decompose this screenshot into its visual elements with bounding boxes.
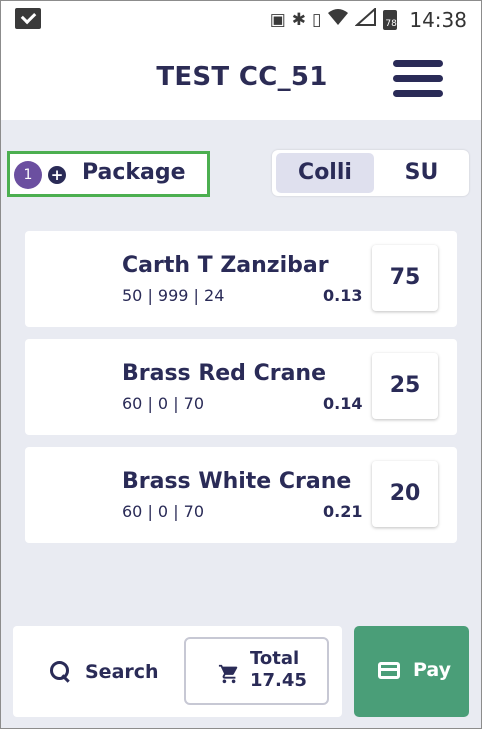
item-quantity[interactable]: 75 (372, 245, 438, 311)
search-icon (49, 660, 73, 684)
toggle-su[interactable]: SU (374, 150, 469, 196)
item-meta: 50 | 999 | 24 (122, 286, 225, 305)
item-name: Brass Red Crane (122, 361, 327, 386)
item-name: Carth T Zanzibar (122, 253, 329, 278)
app-header: TEST CC_51 (1, 40, 481, 120)
battery-icon: 78 (383, 10, 398, 30)
wifi-icon (327, 8, 349, 33)
total-text: Total 17.45 (250, 648, 307, 692)
search-button[interactable]: Search (49, 658, 159, 686)
item-quantity[interactable]: 25 (372, 353, 438, 419)
signal-icon (354, 6, 377, 33)
package-count-badge: 1 (14, 161, 42, 189)
status-icons: ▣ ✱ ▯ 78 14:38 (269, 6, 467, 33)
toggle-colli[interactable]: Colli (276, 153, 374, 193)
vibrate-icon: ▯ (312, 10, 322, 30)
item-price: 0.14 (323, 394, 363, 413)
list-item[interactable]: Brass White Crane 60 | 0 | 70 0.21 20 (25, 447, 457, 543)
total-value: 17.45 (250, 670, 307, 691)
cart-icon (218, 664, 238, 684)
total-label: Total (250, 648, 300, 669)
item-quantity[interactable]: 20 (372, 461, 438, 527)
hamburger-menu-icon[interactable] (393, 58, 445, 102)
package-label: Package (82, 160, 186, 185)
pay-label: Pay (413, 659, 452, 681)
item-name: Brass White Crane (122, 469, 352, 494)
status-bar: ▣ ✱ ▯ 78 14:38 (1, 0, 481, 40)
pay-button[interactable]: Pay (354, 626, 469, 717)
check-notification-icon (15, 8, 41, 29)
list-item[interactable]: Brass Red Crane 60 | 0 | 70 0.14 25 (25, 339, 457, 435)
credit-card-icon (378, 662, 400, 679)
footer-panel: Search Total 17.45 (13, 626, 342, 717)
item-price: 0.13 (323, 286, 363, 305)
unit-toggle: Colli SU (272, 150, 469, 196)
status-time: 14:38 (409, 8, 467, 32)
total-button[interactable]: Total 17.45 (184, 637, 329, 705)
item-price: 0.21 (323, 502, 363, 521)
item-meta: 60 | 0 | 70 (122, 394, 205, 413)
bluetooth-icon: ✱ (291, 10, 306, 30)
plus-circle-icon: + (48, 166, 66, 184)
list-item[interactable]: Carth T Zanzibar 50 | 999 | 24 0.13 75 (25, 231, 457, 327)
package-button[interactable]: 1 + Package (7, 151, 210, 197)
cast-icon: ▣ (269, 10, 286, 30)
item-meta: 60 | 0 | 70 (122, 502, 205, 521)
search-label: Search (85, 661, 159, 683)
